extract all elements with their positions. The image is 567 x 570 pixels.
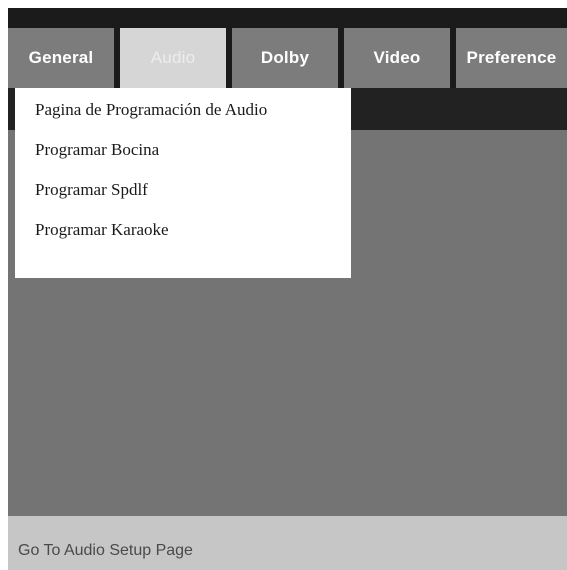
tab-audio[interactable]: Audio	[120, 28, 226, 88]
top-strip	[8, 8, 567, 18]
tab-dolby[interactable]: Dolby	[232, 28, 338, 88]
tab-video[interactable]: Video	[344, 28, 450, 88]
setup-screen: General Audio Dolby Video Preference Pag…	[8, 8, 567, 570]
tab-general[interactable]: General	[8, 28, 114, 88]
menu-item-spdif-setup[interactable]: Programar Spdlf	[35, 180, 148, 200]
tab-preference[interactable]: Preference	[456, 28, 567, 88]
audio-menu: Pagina de Programación de Audio Programa…	[15, 88, 351, 278]
menu-item-karaoke-setup[interactable]: Programar Karaoke	[35, 220, 169, 240]
tab-bar: General Audio Dolby Video Preference	[8, 18, 567, 88]
menu-item-audio-setup-page[interactable]: Pagina de Programación de Audio	[35, 100, 267, 120]
menu-item-speaker-setup[interactable]: Programar Bocina	[35, 140, 159, 160]
status-text: Go To Audio Setup Page	[18, 542, 193, 559]
